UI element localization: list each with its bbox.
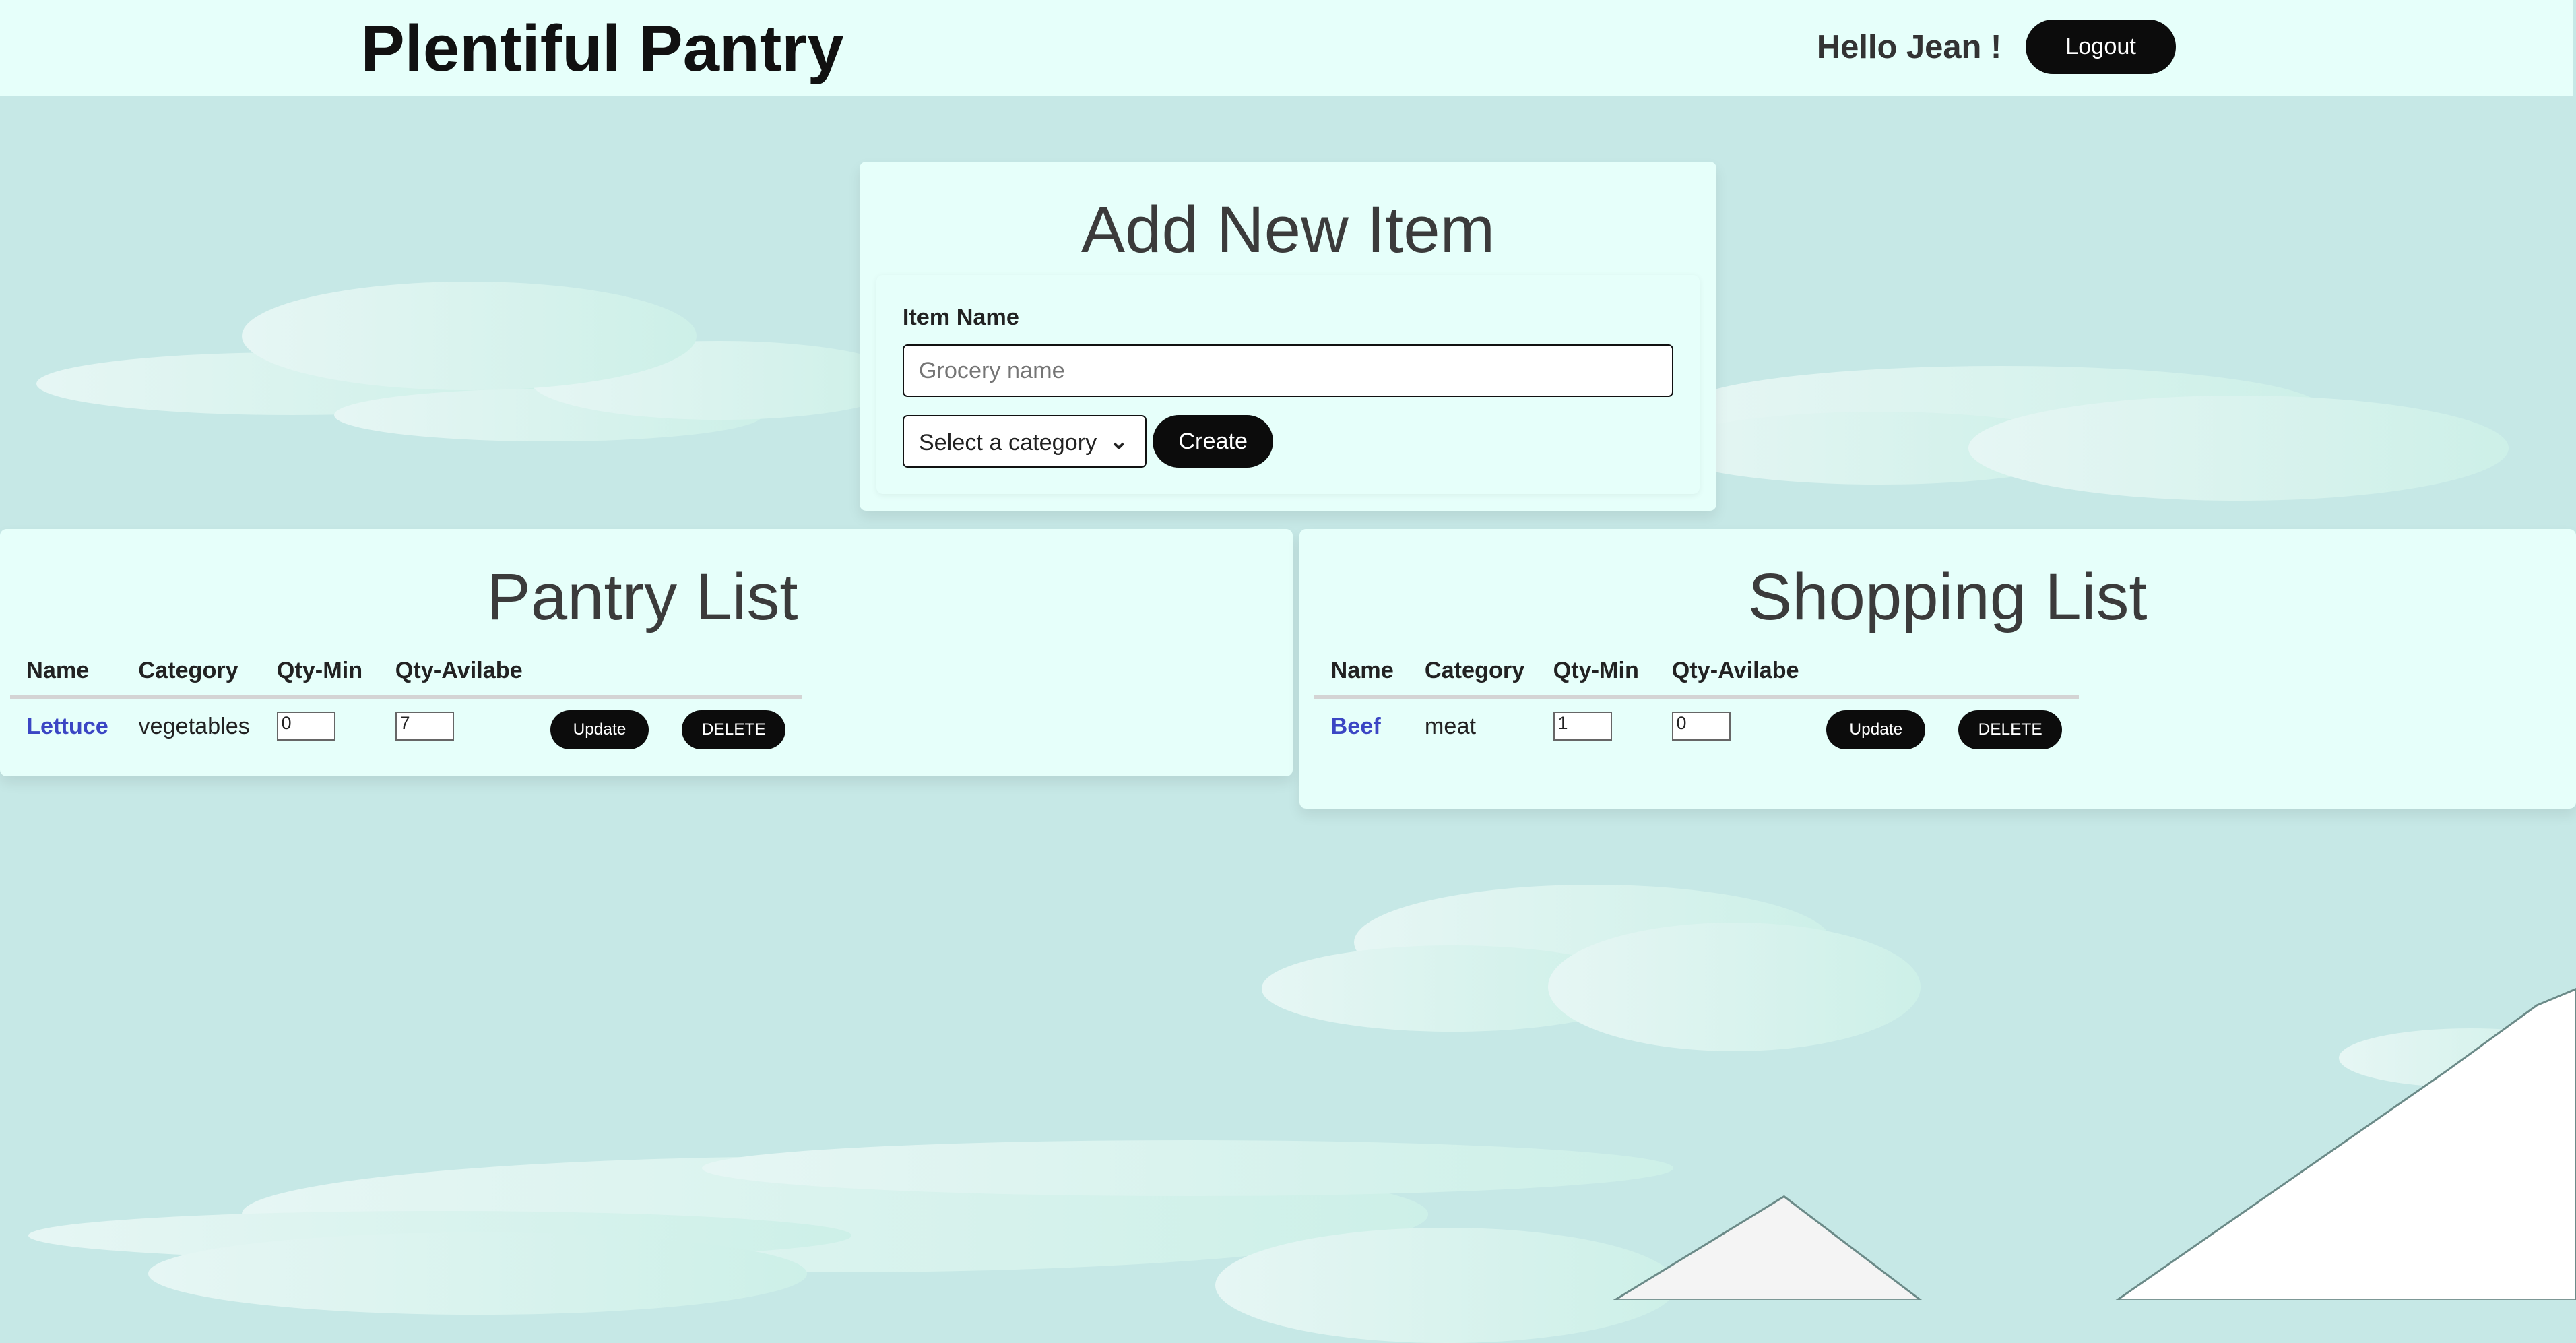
chevron-down-icon: ⌄ [1109, 429, 1129, 455]
item-name-link[interactable]: Beef [1331, 714, 1381, 740]
column-header-qty-min: Qty-Min [276, 657, 363, 683]
column-header-qty-available: Qty-Avilabe [395, 657, 523, 683]
item-name-label: Item Name [902, 305, 1019, 331]
column-header-name: Name [1330, 657, 1394, 683]
header-divider [1314, 695, 2079, 699]
category-select-value: Select a category [918, 429, 1097, 456]
header-divider [9, 695, 802, 699]
add-item-title: Add New Item [1081, 191, 1495, 266]
column-header-category: Category [1424, 657, 1525, 683]
item-category: meat [1424, 713, 1476, 739]
qty-available-input[interactable]: 0 [1671, 712, 1731, 741]
pantry-list-card: Pantry List Name Category Qty-Min Qty-Av… [0, 528, 1293, 776]
column-header-name: Name [26, 657, 90, 683]
item-category: vegetables [138, 713, 250, 739]
add-item-form: Item Name Select a category ⌄ Create [876, 275, 1700, 495]
shopping-list-card: Shopping List Name Category Qty-Min Qty-… [1299, 528, 2576, 809]
app-title: Plentiful Pantry [360, 10, 844, 85]
item-name-input[interactable] [902, 344, 1674, 398]
delete-button[interactable]: DELETE [1958, 710, 2063, 750]
category-select[interactable]: Select a category ⌄ [902, 415, 1147, 468]
column-header-qty-available: Qty-Avilabe [1671, 657, 1799, 683]
qty-min-input[interactable]: 1 [1553, 712, 1612, 741]
update-button[interactable]: Update [1826, 710, 1926, 750]
top-header: Plentiful Pantry Hello Jean ! Logout [0, 0, 2573, 96]
item-name-link[interactable]: Lettuce [26, 714, 108, 740]
logout-button[interactable]: Logout [2026, 20, 2176, 74]
add-item-card: Add New Item Item Name Select a category… [860, 161, 1716, 511]
create-button[interactable]: Create [1153, 415, 1273, 468]
shopping-list-title: Shopping List [1747, 559, 2148, 633]
delete-button[interactable]: DELETE [682, 710, 786, 750]
pantry-list-title: Pantry List [486, 559, 798, 633]
greeting: Hello Jean ! [1816, 28, 2002, 65]
qty-available-input[interactable]: 7 [395, 712, 454, 741]
qty-min-input[interactable]: 0 [276, 712, 335, 741]
column-header-qty-min: Qty-Min [1553, 657, 1639, 683]
mountains-illustration [1612, 987, 2576, 1301]
update-button[interactable]: Update [550, 710, 649, 750]
column-header-category: Category [138, 657, 238, 683]
